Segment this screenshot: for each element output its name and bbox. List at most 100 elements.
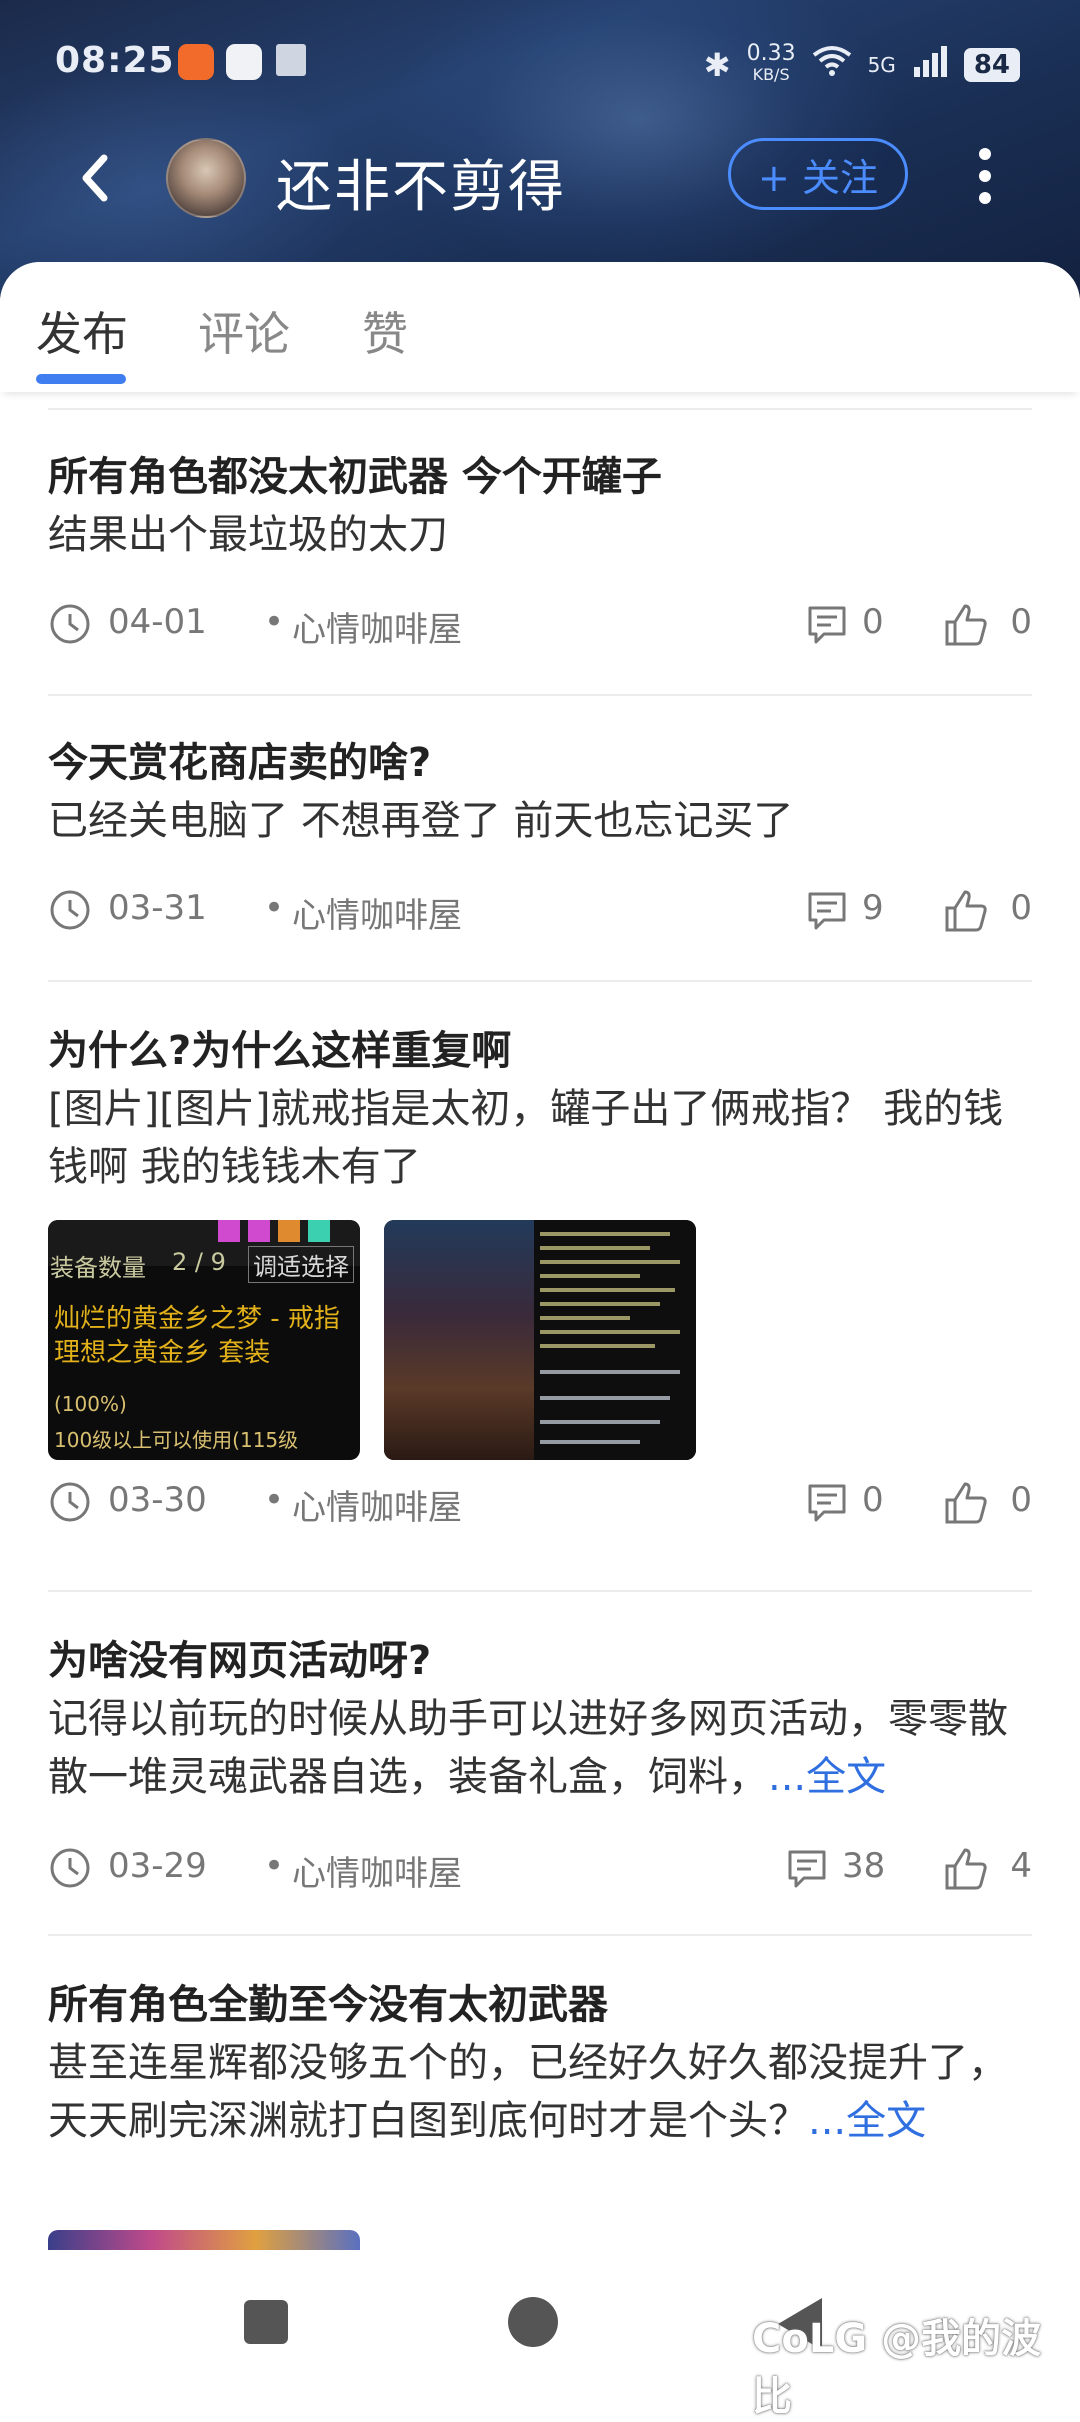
post-date: 03-30 [108, 1480, 207, 1520]
network-speed-value: 0.33 [746, 41, 796, 66]
network-speed: 0.33 KB/S [746, 41, 796, 85]
thumbnail-text-line [540, 1396, 670, 1400]
thumbnail-text: 2 / 9 [172, 1248, 226, 1276]
watermark: CoLG @我的波比 [752, 2316, 1042, 2420]
post-body: 已经关电脑了 不想再登了 前天也忘记买了 [48, 798, 794, 844]
post-item[interactable]: 为什么?为什么这样重复啊 [图片][图片]就戒指是太初，罐子出了俩戒指？ 我的钱… [48, 1022, 1032, 1528]
divider [48, 694, 1032, 696]
thumbnail-swatch [218, 1220, 240, 1242]
divider [48, 1934, 1032, 1936]
thumbnail-text-line [540, 1302, 660, 1306]
thumbnail-text-line [540, 1274, 640, 1278]
post-category[interactable]: 心情咖啡屋 [292, 602, 462, 651]
thumbnail-character [384, 1220, 534, 1460]
profile-header: 08:25 ✱ 0.33 KB/S 5G 84 还非不剪得 + 关注 [0, 0, 1080, 300]
notification-app-icon [226, 44, 262, 80]
comment-count: 0 [862, 1480, 884, 1520]
divider [48, 980, 1032, 982]
signal-icon [912, 45, 948, 85]
post-title: 所有角色全勤至今没有太初武器 [48, 1982, 608, 2028]
post-body: 记得以前玩的时候从助手可以进好多网页活动，零零散散一堆灵魂武器自选，装备礼盒，饲… [48, 1690, 1032, 1806]
thumbnail-text-line [540, 1440, 640, 1444]
comment-count: 38 [842, 1846, 886, 1886]
divider [48, 1590, 1032, 1592]
post-item[interactable]: 为啥没有网页活动呀? 记得以前玩的时候从助手可以进好多网页活动，零零散散一堆灵魂… [48, 1632, 1032, 1894]
post-body: 结果出个最垃圾的太刀 [48, 512, 448, 558]
avatar[interactable] [166, 138, 246, 218]
thumbnail-text-line [540, 1370, 680, 1374]
post-image-thumbnail[interactable]: 装备数量 2 / 9 调适选择 灿烂的黄金乡之梦 - 戒指 理想之黄金乡 套装 … [48, 1220, 360, 1460]
clock-icon [48, 1480, 92, 1524]
post-category[interactable]: 心情咖啡屋 [292, 888, 462, 937]
tab-likes[interactable]: 赞 [362, 298, 408, 364]
recent-apps-icon[interactable] [244, 2300, 288, 2344]
clock-icon [48, 888, 92, 932]
home-icon[interactable] [508, 2297, 558, 2347]
post-title: 为啥没有网页活动呀? [48, 1638, 432, 1684]
post-item[interactable]: 所有角色都没太初武器 今个开罐子 结果出个最垃圾的太刀 04-01 • 心情咖啡… [48, 448, 1032, 650]
thumbs-up-icon[interactable] [943, 602, 989, 648]
post-date: 03-29 [108, 1846, 207, 1886]
read-more-link[interactable]: ...全文 [808, 2098, 926, 2144]
notification-app-icon [276, 44, 306, 76]
follow-button[interactable]: + 关注 [728, 138, 908, 210]
thumbnail-text-line [540, 1316, 630, 1320]
thumbnail-text: 灿烂的黄金乡之梦 - 戒指 [54, 1304, 340, 1334]
tab-comments[interactable]: 评论 [198, 298, 290, 364]
post-category[interactable]: 心情咖啡屋 [292, 1846, 462, 1895]
thumbnail-text-line [540, 1330, 680, 1334]
post-item[interactable]: 所有角色全勤至今没有太初武器 甚至连星辉都没够五个的，已经好久好久都没提升了，天… [48, 1976, 1032, 2150]
like-count: 0 [1010, 1480, 1032, 1520]
comment-icon[interactable] [806, 890, 848, 932]
comment-count: 9 [862, 888, 884, 928]
thumbs-up-icon[interactable] [943, 1480, 989, 1526]
clock-icon [48, 602, 92, 646]
comment-icon[interactable] [806, 1482, 848, 1524]
clock-icon [48, 1846, 92, 1890]
thumbnail-text: 理想之黄金乡 套装 [54, 1338, 271, 1368]
post-meta: 03-30 • 心情咖啡屋 0 0 [48, 1476, 1032, 1530]
post-category[interactable]: 心情咖啡屋 [292, 1480, 462, 1529]
post-title: 为什么?为什么这样重复啊 [48, 1028, 512, 1074]
system-navigation-bar: CoLG @我的波比 [0, 2260, 1080, 2420]
tab-bar: 发布 评论 赞 [0, 262, 1080, 392]
thumbs-up-icon[interactable] [943, 1846, 989, 1892]
post-image-thumbnail[interactable] [384, 1220, 696, 1460]
post-title: 今天赏花商店卖的啥? [48, 740, 432, 786]
post-title: 所有角色都没太初武器 今个开罐子 [48, 454, 662, 500]
post-body: 甚至连星辉都没够五个的，已经好久好久都没提升了，天天刷完深渊就打白图到底何时才是… [48, 2034, 1032, 2150]
like-count: 0 [1010, 602, 1032, 642]
more-options-icon[interactable] [970, 142, 1000, 212]
post-item[interactable]: 今天赏花商店卖的啥? 已经关电脑了 不想再登了 前天也忘记买了 03-31 • … [48, 734, 1032, 936]
battery-indicator: 84 [963, 47, 1020, 82]
thumbnail-text-line [540, 1288, 675, 1292]
notification-app-icon [178, 44, 214, 80]
divider [48, 408, 1032, 410]
thumbnail-text: (100%) [54, 1392, 127, 1416]
thumbnail-text: 100级以上可以使用(115级 [54, 1428, 299, 1452]
read-more-link[interactable]: ...全文 [768, 1754, 886, 1800]
bluetooth-icon: ✱ [703, 45, 731, 84]
thumbnail-swatch [308, 1220, 330, 1242]
thumbnail-text-line [540, 1260, 680, 1264]
meta-separator: • [264, 602, 285, 642]
comment-icon[interactable] [806, 604, 848, 646]
thumbnail-text-line [540, 1344, 655, 1348]
profile-nav: 还非不剪得 + 关注 [0, 128, 1080, 238]
meta-separator: • [264, 1846, 285, 1886]
post-image-thumbnail[interactable] [48, 2230, 360, 2250]
tab-posts[interactable]: 发布 [36, 298, 128, 364]
network-type: 5G [867, 52, 896, 77]
thumbnail-swatch [278, 1220, 300, 1242]
thumbs-up-icon[interactable] [943, 888, 989, 934]
network-speed-unit: KB/S [752, 65, 790, 84]
comment-icon[interactable] [786, 1848, 828, 1890]
thumbnail-swatch [248, 1220, 270, 1242]
status-time: 08:25 [55, 40, 175, 81]
post-date: 04-01 [108, 602, 207, 642]
back-arrow-icon[interactable] [70, 148, 130, 208]
profile-username: 还非不剪得 [276, 155, 566, 220]
meta-separator: • [264, 888, 285, 928]
like-count: 4 [1010, 1846, 1032, 1886]
thumbnail-text-line [540, 1420, 660, 1424]
